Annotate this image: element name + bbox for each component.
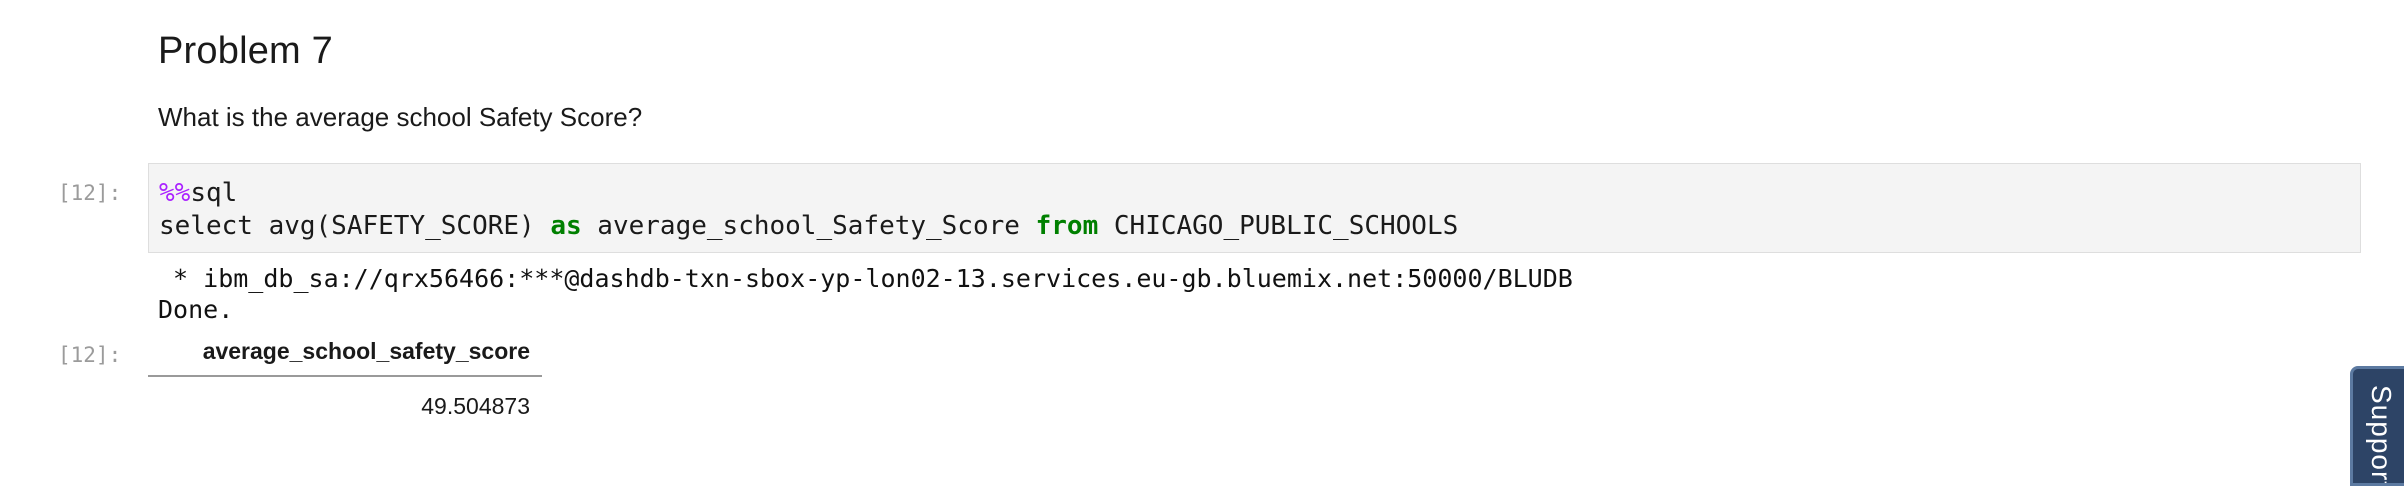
query-part-alias: average_school_Safety_Score: [581, 211, 1036, 241]
table-row: 49.504873: [148, 376, 542, 426]
connection-string: * ibm_db_sa://qrx56466:***@dashdb-txn-sb…: [158, 264, 1573, 293]
output-prompt: [12]:: [58, 343, 122, 367]
support-tab-label: Support: [2366, 385, 2397, 486]
keyword-from: from: [1035, 211, 1099, 241]
query-part-table: CHICAGO_PUBLIC_SCHOOLS: [1098, 211, 1459, 241]
problem-question: What is the average school Safety Score?: [158, 102, 643, 132]
status-text: Done.: [158, 295, 234, 324]
code-cell-editor[interactable]: %%sql select avg(SAFETY_SCORE) as average…: [148, 163, 2361, 253]
magic-token: %%: [159, 178, 191, 208]
column-header: average_school_safety_score: [148, 334, 542, 377]
magic-name: sql: [190, 178, 238, 208]
code-line-query: select avg(SAFETY_SCORE) as average_scho…: [159, 210, 2350, 243]
support-tab[interactable]: Support: [2350, 366, 2404, 486]
problem-heading: Problem 7: [158, 30, 333, 72]
stream-output: * ibm_db_sa://qrx56466:***@dashdb-txn-sb…: [158, 263, 1573, 325]
code-line-magic: %%sql: [159, 177, 2350, 210]
table-header-row: average_school_safety_score: [148, 334, 542, 377]
input-prompt: [12]:: [58, 181, 122, 205]
keyword-as: as: [550, 211, 582, 241]
query-part-select: select avg(SAFETY_SCORE): [159, 211, 551, 241]
table-cell: 49.504873: [421, 393, 530, 419]
result-table: average_school_safety_score 49.504873: [148, 334, 542, 426]
